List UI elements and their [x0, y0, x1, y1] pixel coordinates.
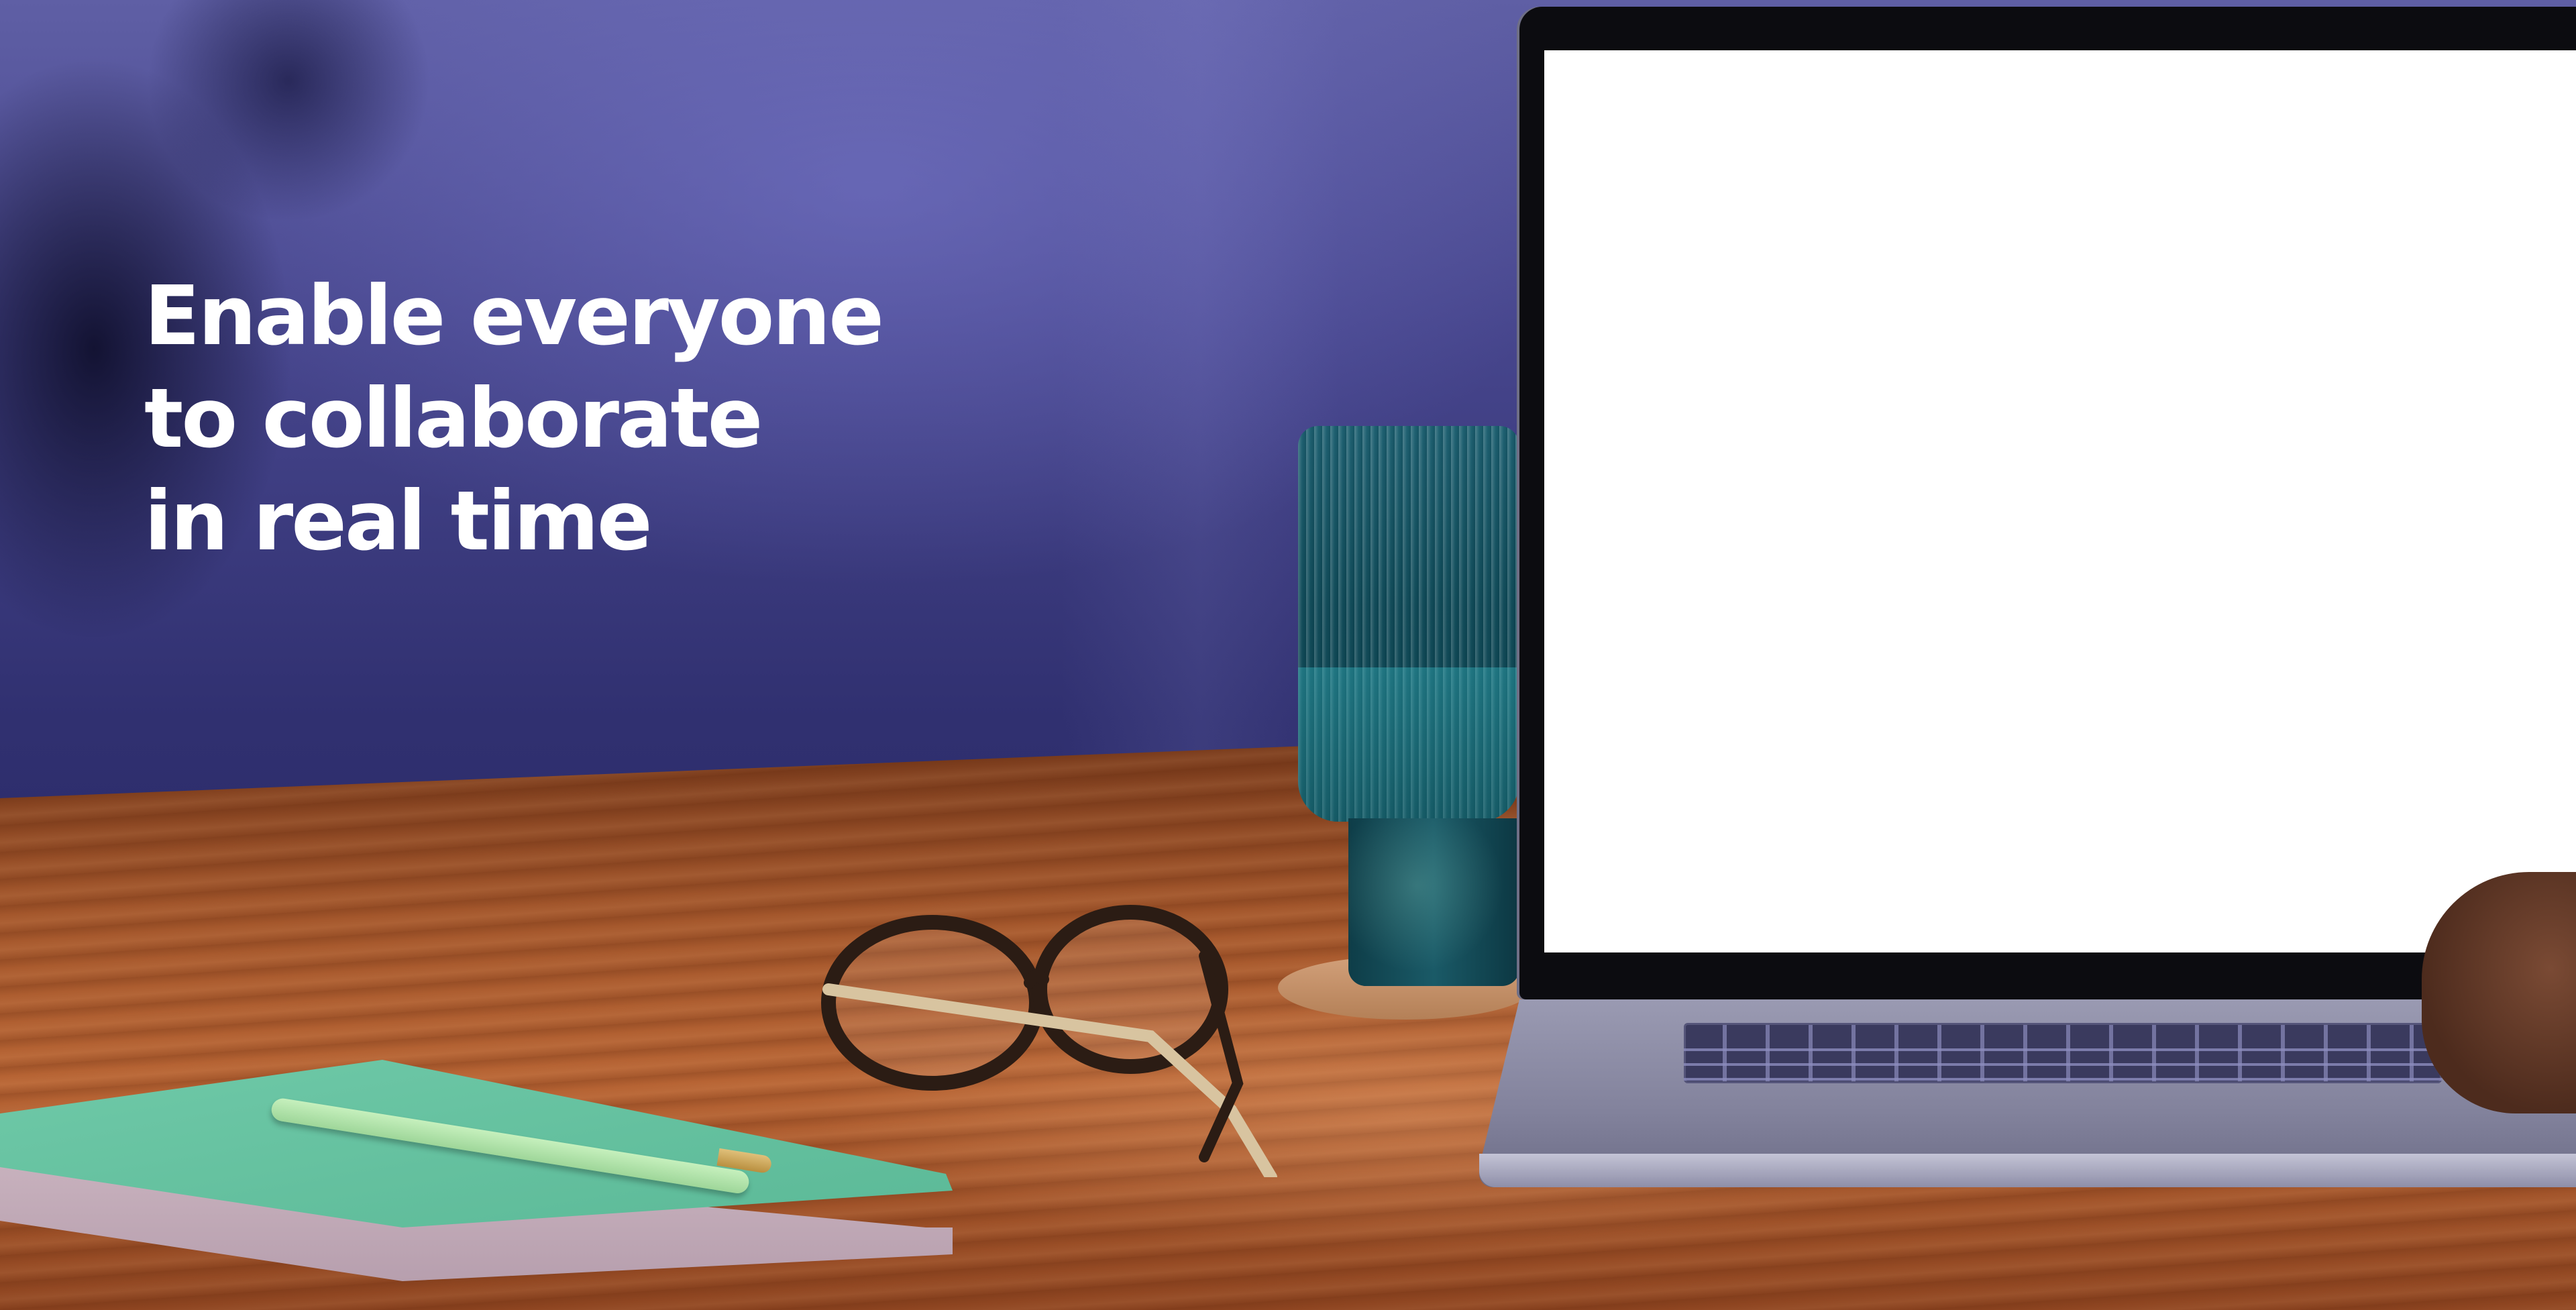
- hero-headline: Enable everyone to collaborate in real t…: [144, 265, 884, 573]
- hero-photo: Enable everyone to collaborate in real t…: [0, 0, 2576, 1310]
- glass-water: [1298, 667, 1519, 822]
- laptop-screen: [1544, 50, 2576, 952]
- right-lens: [1032, 905, 1228, 1074]
- headline-line-1: Enable everyone: [144, 268, 884, 364]
- keyboard-rows: [1684, 1036, 2442, 1083]
- laptop-front-edge: [1479, 1154, 2576, 1187]
- headline-line-2: to collaborate: [144, 371, 763, 466]
- bridge: [1024, 969, 1049, 989]
- notebook: [0, 1060, 959, 1281]
- headline-line-3: in real time: [144, 474, 653, 569]
